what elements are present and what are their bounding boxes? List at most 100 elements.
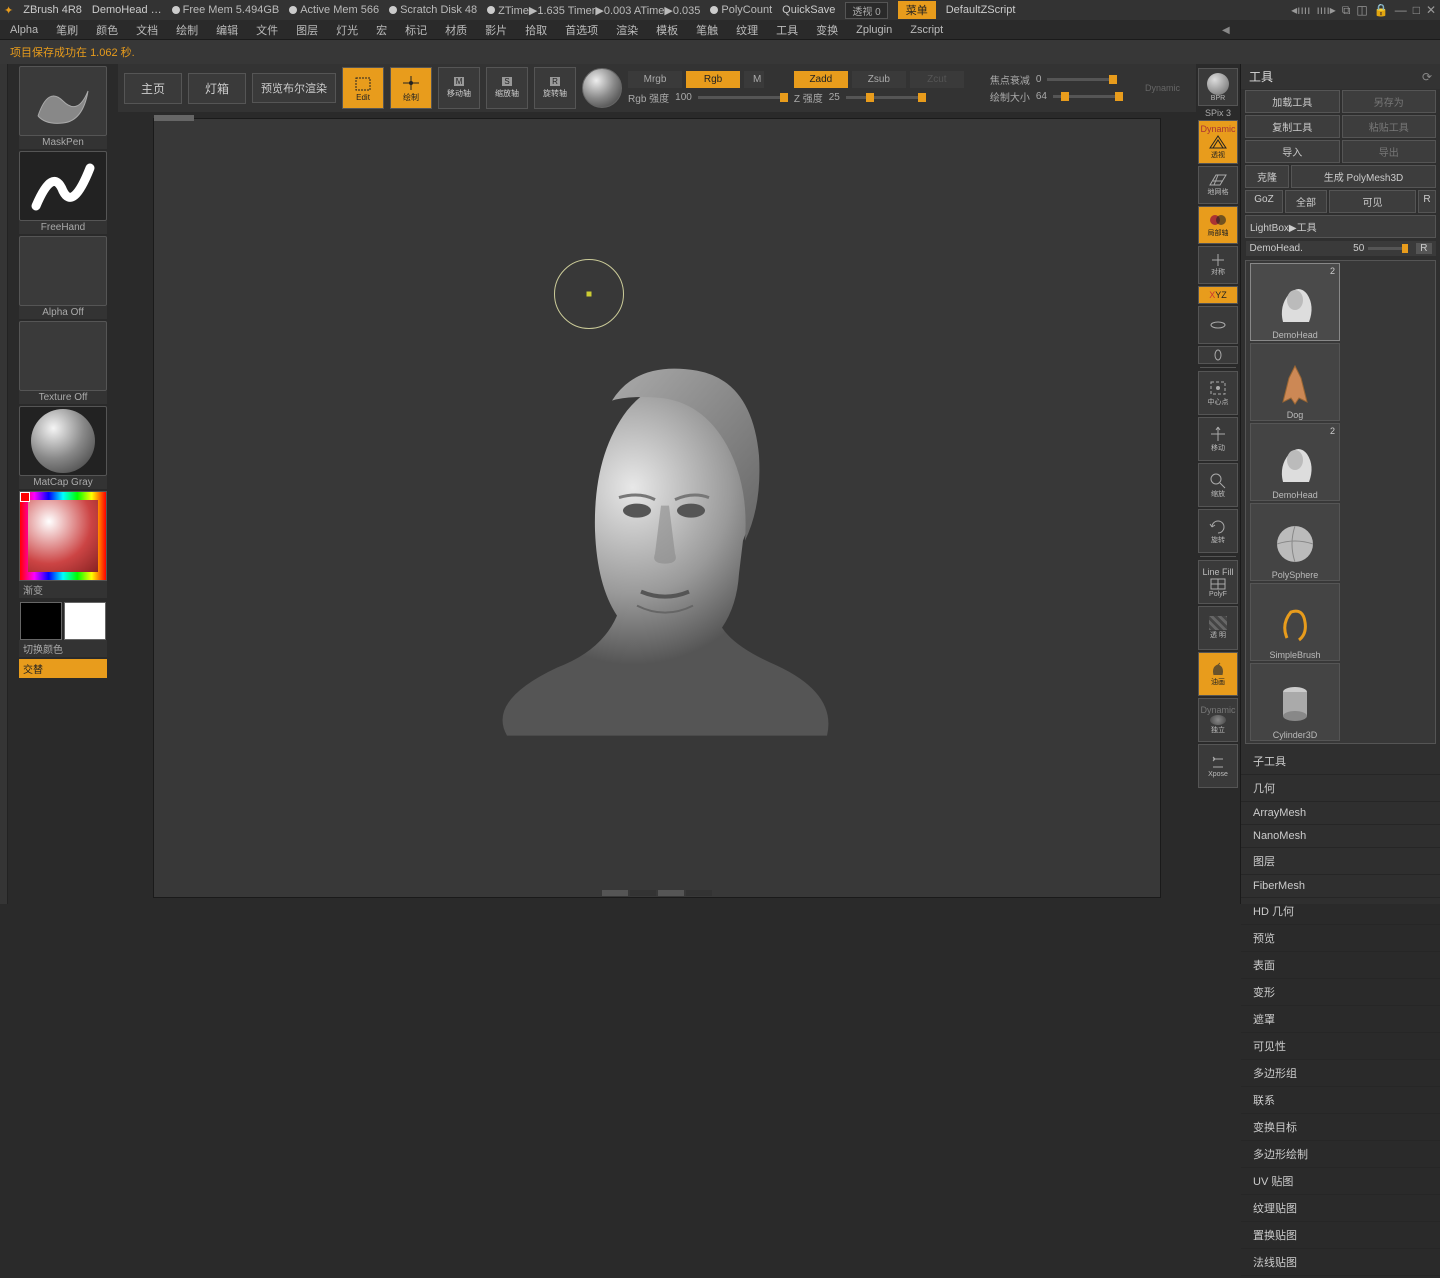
lock-icon[interactable]: 🔒 (1374, 3, 1389, 17)
seek-back-icon[interactable]: ◂ıııı (1291, 3, 1310, 17)
saveas-tool-button[interactable]: 另存为 (1342, 90, 1437, 113)
spix-label[interactable]: SPix 3 (1205, 108, 1231, 118)
seek-fwd-icon[interactable]: ıııı▸ (1316, 3, 1335, 17)
menu-button[interactable]: 菜单 (898, 1, 936, 19)
home-button[interactable]: 主页 (124, 73, 182, 104)
color-swatches[interactable] (20, 602, 106, 640)
brush-tile[interactable]: MaskPen (19, 66, 107, 149)
bpr-button[interactable]: BPR (1198, 68, 1238, 106)
section-子工具[interactable]: 子工具 (1241, 748, 1440, 775)
section-联系[interactable]: 联系 (1241, 1087, 1440, 1114)
move-view-button[interactable]: 移动 (1198, 417, 1238, 461)
reset-tool-button[interactable]: R (1416, 243, 1431, 254)
section-表面[interactable]: 表面 (1241, 952, 1440, 979)
move-gizmo-button[interactable]: M移动轴 (438, 67, 480, 109)
tool-item-demohead[interactable]: 2DemoHead (1250, 263, 1340, 341)
swatch-main[interactable] (20, 602, 62, 640)
tool-item-demohead[interactable]: 2DemoHead (1250, 423, 1340, 501)
menu-笔刷[interactable]: 笔刷 (56, 22, 78, 38)
scale-gizmo-button[interactable]: S缩放轴 (486, 67, 528, 109)
refresh-icon[interactable]: ⟳ (1422, 70, 1432, 84)
color-picker[interactable] (19, 491, 107, 581)
paste-tool-button[interactable]: 粘贴工具 (1342, 115, 1437, 138)
menu-笔触[interactable]: 笔触 (696, 22, 718, 38)
load-tool-button[interactable]: 加载工具 (1245, 90, 1340, 113)
zadd-button[interactable]: Zadd (794, 71, 848, 88)
xyz-button[interactable]: XYZ (1198, 286, 1238, 304)
rgb-intensity-slider[interactable]: Rgb 强度 100 (628, 90, 788, 105)
menu-标记[interactable]: 标记 (405, 22, 427, 38)
lightbox-button[interactable]: 灯箱 (188, 73, 246, 104)
goz-all-button[interactable]: 全部 (1285, 190, 1327, 213)
bpr-preview-button[interactable]: 预览布尔渲染 (252, 73, 336, 103)
rotate-gizmo-button[interactable]: R旋转轴 (534, 67, 576, 109)
quicksave[interactable]: QuickSave (782, 4, 835, 16)
mrgb-button[interactable]: Mrgb (628, 71, 682, 88)
rotate-view-button[interactable]: 旋转 (1198, 509, 1238, 553)
zsub-button[interactable]: Zsub (852, 71, 906, 88)
menu-材质[interactable]: 材质 (445, 22, 467, 38)
tool-item-dog[interactable]: Dog (1250, 343, 1340, 421)
copy-tool-button[interactable]: 复制工具 (1245, 115, 1340, 138)
make-polymesh-button[interactable]: 生成 PolyMesh3D (1291, 165, 1436, 188)
section-图层[interactable]: 图层 (1241, 848, 1440, 875)
solo-button[interactable]: Dynamic独立 (1198, 698, 1238, 742)
section-几何[interactable]: 几何 (1241, 775, 1440, 802)
section-ArrayMesh[interactable]: ArrayMesh (1241, 802, 1440, 825)
minimize-icon[interactable]: — (1395, 3, 1407, 17)
alternate-button[interactable]: 交替 (19, 659, 107, 678)
texture-tile[interactable]: Texture Off (19, 321, 107, 404)
menu-工具[interactable]: 工具 (776, 22, 798, 38)
gradient-label[interactable]: 渐变 (19, 581, 107, 598)
export-button[interactable]: 导出 (1342, 140, 1437, 163)
section-可见性[interactable]: 可见性 (1241, 1033, 1440, 1060)
section-变形[interactable]: 变形 (1241, 979, 1440, 1006)
rgb-button[interactable]: Rgb (686, 71, 740, 88)
local-sym-button[interactable]: 局部轴 (1198, 206, 1238, 244)
current-tool-slot[interactable]: DemoHead.50 R (1246, 241, 1436, 256)
defaultzscript[interactable]: DefaultZScript (946, 4, 1016, 16)
alpha-tile[interactable]: Alpha Off (19, 236, 107, 319)
frame-button[interactable]: 中心点 (1198, 371, 1238, 415)
section-NanoMesh[interactable]: NanoMesh (1241, 825, 1440, 848)
section-多边形绘制[interactable]: 多边形绘制 (1241, 1141, 1440, 1168)
menu-文档[interactable]: 文档 (136, 22, 158, 38)
section-UV 贴图[interactable]: UV 贴图 (1241, 1168, 1440, 1195)
draw-button[interactable]: 绘制 (390, 67, 432, 109)
menu-影片[interactable]: 影片 (485, 22, 507, 38)
import-button[interactable]: 导入 (1245, 140, 1340, 163)
menu-zscript[interactable]: Zscript (910, 24, 943, 36)
rot-y-button[interactable] (1198, 306, 1238, 344)
swatch-secondary[interactable] (64, 602, 106, 640)
polyframe-button[interactable]: Line FillPolyF (1198, 560, 1238, 604)
menu-颜色[interactable]: 颜色 (96, 22, 118, 38)
timeline-scrub[interactable] (602, 890, 712, 896)
xpose-button[interactable]: Xpose (1198, 744, 1238, 788)
goz-visible-button[interactable]: 可见 (1329, 190, 1416, 213)
viewport-drag-handle[interactable] (154, 115, 194, 121)
menu-zplugin[interactable]: Zplugin (856, 24, 892, 36)
section-遮罩[interactable]: 遮罩 (1241, 1006, 1440, 1033)
dock-icon[interactable]: ◫ (1356, 3, 1367, 17)
left-dock-handle[interactable] (0, 64, 8, 904)
rot-z-button[interactable] (1198, 346, 1238, 364)
dynamic-toggle[interactable]: Dynamic (1145, 83, 1180, 93)
tool-item-simplebrush[interactable]: SimpleBrush (1250, 583, 1340, 661)
z-intensity-slider[interactable]: Z 强度 25 (794, 90, 964, 105)
menu-文件[interactable]: 文件 (256, 22, 278, 38)
menu-灯光[interactable]: 灯光 (336, 22, 358, 38)
switch-color-label[interactable]: 切换颜色 (19, 640, 107, 657)
section-FiberMesh[interactable]: FiberMesh (1241, 875, 1440, 898)
section-法线贴图[interactable]: 法线贴图 (1241, 1249, 1440, 1276)
ghost-button[interactable]: 油画 (1198, 652, 1238, 696)
perspective-button[interactable]: Dynamic透视 (1198, 120, 1238, 164)
draw-size-slider[interactable]: 绘制大小 64 (990, 89, 1123, 104)
tool-item-cylinder3d[interactable]: Cylinder3D (1250, 663, 1340, 741)
zoom-view-button[interactable]: 缩放 (1198, 463, 1238, 507)
menu-宏[interactable]: 宏 (376, 22, 387, 38)
close-icon[interactable]: ✕ (1426, 3, 1436, 17)
section-变换目标[interactable]: 变换目标 (1241, 1114, 1440, 1141)
menu-绘制[interactable]: 绘制 (176, 22, 198, 38)
section-多边形组[interactable]: 多边形组 (1241, 1060, 1440, 1087)
focal-shift-slider[interactable]: 焦点衰减 0 (990, 72, 1123, 87)
